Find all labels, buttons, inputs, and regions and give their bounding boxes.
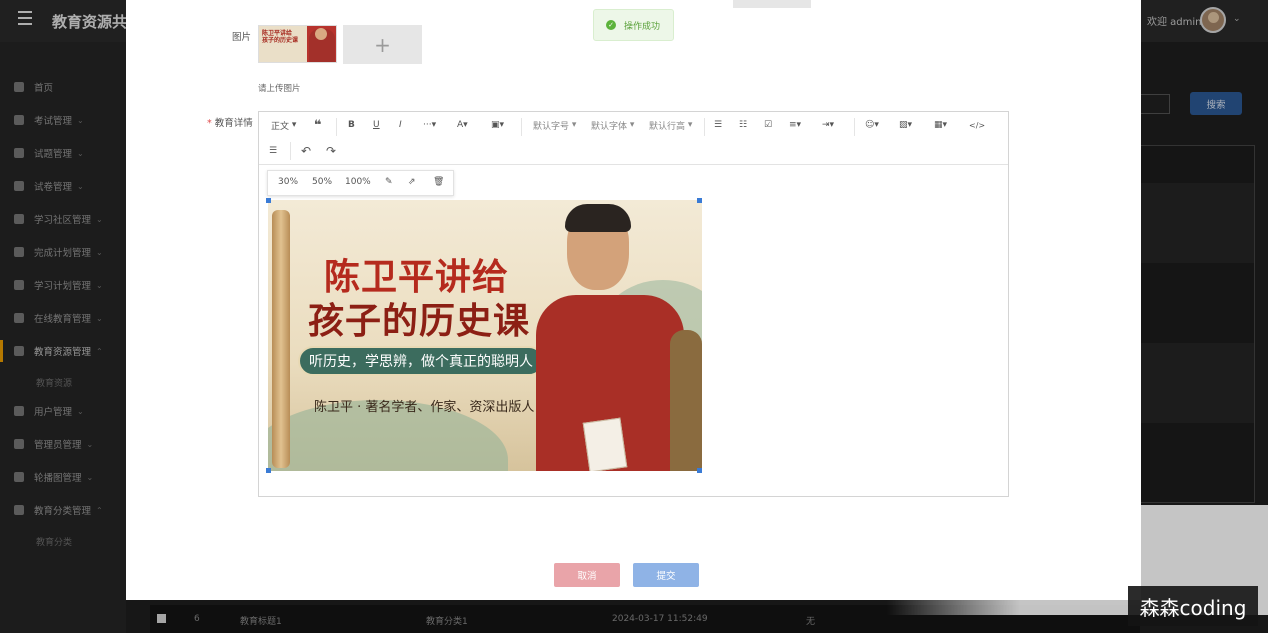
caret-icon: ▾: [289, 120, 297, 130]
plus-icon: +: [374, 32, 391, 57]
image-size-30-button[interactable]: 30%: [278, 177, 298, 187]
font-color-icon[interactable]: A▾: [457, 118, 468, 132]
submit-button[interactable]: 提交: [633, 563, 699, 587]
banner-tagline: 听历史，学思辨，做个真正的聪明人: [298, 346, 544, 376]
bold-icon[interactable]: B: [348, 118, 355, 132]
quote-icon[interactable]: ❝: [314, 118, 322, 133]
code-icon[interactable]: </>: [969, 118, 985, 132]
inserted-image[interactable]: 陈卫平讲给 孩子的历史课 听历史，学思辨，做个真正的聪明人 陈卫平 · 著名学者…: [268, 200, 702, 471]
more-format-icon[interactable]: ···▾: [423, 118, 436, 132]
detail-label: * 教育详情: [207, 118, 253, 129]
terracotta-statue: [670, 330, 702, 471]
success-toast: ✓ 操作成功: [593, 9, 674, 41]
undo-icon[interactable]: ↶: [301, 144, 311, 158]
image-size-50-button[interactable]: 50%: [312, 177, 332, 187]
resize-handle[interactable]: [266, 468, 271, 473]
emoji-icon[interactable]: ☺▾: [865, 118, 879, 132]
check-circle-icon: ✓: [606, 20, 616, 30]
font-family-select[interactable]: 默认字体 ▾: [591, 118, 634, 132]
background-color-icon[interactable]: ▣▾: [491, 118, 504, 132]
underline-icon[interactable]: U: [373, 118, 380, 132]
font-size-select[interactable]: 默认字号 ▾: [533, 118, 576, 132]
required-mark: *: [207, 118, 212, 129]
image-float-toolbar: 30% 50% 100% ✎ ⇗ 🗑: [267, 170, 454, 196]
resize-handle[interactable]: [697, 198, 702, 203]
banner-byline: 陈卫平 · 著名学者、作家、资深出版人: [314, 400, 535, 415]
trash-icon[interactable]: 🗑: [433, 177, 444, 187]
banner-title-line2: 孩子的历史课: [308, 300, 531, 342]
image-insert-icon[interactable]: ▨▾: [899, 118, 912, 132]
todo-list-icon[interactable]: ☑: [764, 118, 772, 132]
rich-text-editor[interactable]: 正文 ▾ ❝ B U I ···▾ A▾ ▣▾ 默认字号 ▾ 默认字体 ▾ 默认…: [258, 111, 1009, 497]
image-size-100-button[interactable]: 100%: [345, 177, 371, 187]
line-height-select[interactable]: 默认行高 ▾: [649, 118, 692, 132]
indent-icon[interactable]: ⇥▾: [822, 118, 834, 132]
table-icon[interactable]: ▦▾: [934, 118, 947, 132]
top-field-remnant: [733, 0, 811, 8]
resize-handle[interactable]: [697, 468, 702, 473]
book-image: [582, 417, 628, 471]
paragraph-select[interactable]: 正文 ▾: [271, 118, 296, 132]
bullet-list-icon[interactable]: ☰: [714, 118, 722, 132]
watermark: 森森coding: [1128, 586, 1258, 626]
numbered-list-icon[interactable]: ☷: [739, 118, 747, 132]
resize-handle[interactable]: [266, 198, 271, 203]
pencil-icon[interactable]: ✎: [385, 177, 393, 187]
editor-toolbar: 正文 ▾ ❝ B U I ···▾ A▾ ▣▾ 默认字号 ▾ 默认字体 ▾ 默认…: [259, 112, 1008, 165]
upload-hint: 请上传图片: [258, 84, 301, 94]
image-label: 图片: [232, 32, 252, 43]
italic-icon[interactable]: I: [399, 118, 402, 132]
redo-icon[interactable]: ↷: [326, 144, 336, 158]
toast-text: 操作成功: [624, 21, 661, 32]
thumbnail-title: 陈卫平讲给 孩子的历史课: [262, 30, 299, 44]
uploaded-image-thumbnail[interactable]: 陈卫平讲给 孩子的历史课: [258, 25, 337, 63]
external-link-icon[interactable]: ⇗: [408, 177, 416, 187]
scroll-decoration: [272, 210, 290, 468]
align-icon[interactable]: ≡▾: [789, 118, 801, 132]
cancel-button[interactable]: 取消: [554, 563, 620, 587]
upload-add-button[interactable]: +: [343, 25, 422, 64]
divider-icon[interactable]: ☰: [269, 144, 277, 158]
